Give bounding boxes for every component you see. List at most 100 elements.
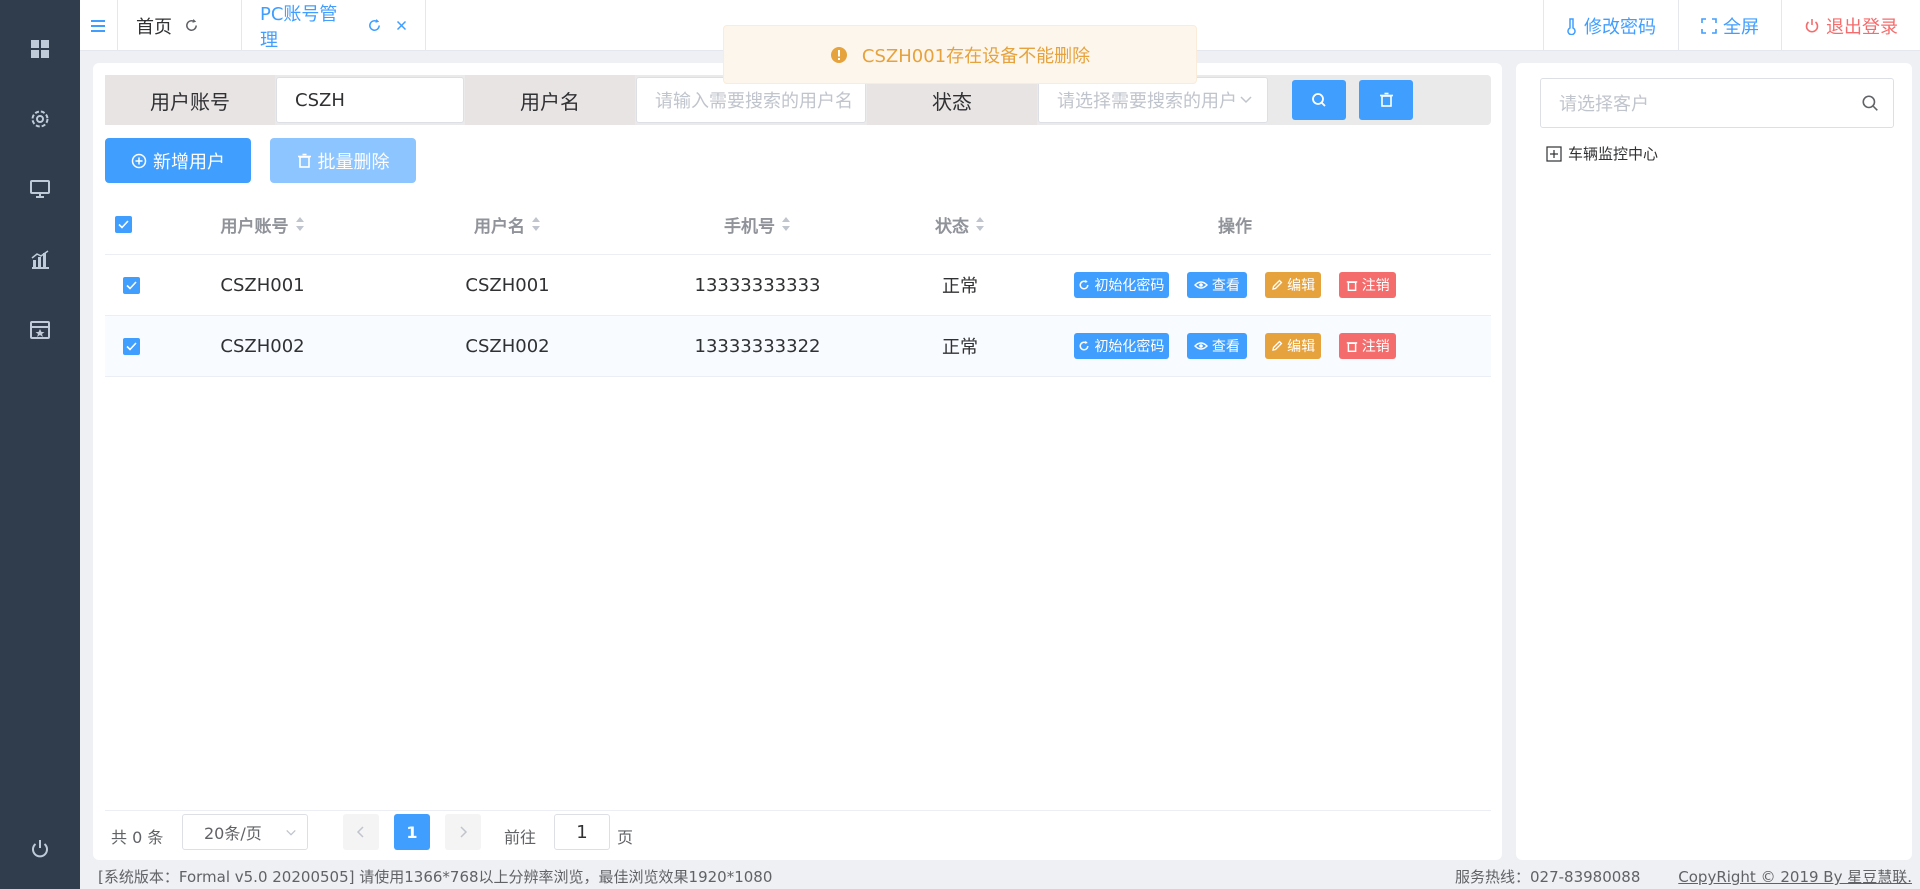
batch-delete-button[interactable]: 批量删除: [270, 138, 416, 183]
username-label: 用户名: [465, 75, 635, 125]
trash-icon: [1346, 341, 1357, 352]
cell-actions: 初始化密码 查看 编辑 注销: [1065, 316, 1405, 376]
trash-icon: [1379, 92, 1393, 107]
cell-phone: 13333333333: [694, 274, 821, 296]
add-user-button[interactable]: 新增用户: [105, 138, 251, 183]
sort-icon: [782, 217, 790, 231]
warning-toast: CSZH001存在设备不能删除: [723, 25, 1197, 84]
clear-button[interactable]: [1359, 80, 1413, 120]
thermometer-icon: [1567, 17, 1576, 35]
change-password-button[interactable]: 修改密码: [1543, 0, 1678, 51]
sort-icon: [532, 217, 540, 231]
row-select-cell: [105, 316, 157, 376]
view-button[interactable]: 查看: [1186, 333, 1247, 359]
cancel-account-button[interactable]: 注销: [1339, 333, 1396, 359]
eye-icon: [1193, 281, 1208, 289]
check-icon: [125, 280, 137, 290]
cell-username: CSZH002: [465, 335, 550, 357]
column-phone[interactable]: 手机号: [660, 193, 855, 255]
footer-copyright-link[interactable]: CopyRight © 2019 By 星豆慧联.: [1678, 866, 1912, 887]
power-icon[interactable]: [0, 824, 80, 874]
chevron-left-icon: [356, 826, 364, 838]
cell-account: CSZH002: [220, 335, 305, 357]
toast-message: CSZH001存在设备不能删除: [861, 45, 1091, 67]
check-icon: [125, 341, 137, 351]
plus-circle-icon: [131, 153, 147, 168]
dashboard-icon[interactable]: [0, 24, 80, 74]
chevron-down-icon: [1240, 96, 1252, 104]
search-button[interactable]: [1292, 80, 1346, 120]
sort-icon: [295, 217, 304, 231]
cell-actions: 初始化密码 查看 编辑 注销: [1065, 255, 1405, 315]
goto-page-input[interactable]: [554, 814, 610, 850]
cancel-account-button[interactable]: 注销: [1339, 272, 1396, 298]
page-size-value: 20条/页: [204, 824, 262, 843]
reset-password-label: 初始化密码: [1094, 339, 1165, 355]
goto-label: 前往: [504, 828, 537, 847]
fullscreen-label: 全屏: [1723, 16, 1759, 38]
logout-button[interactable]: 退出登录: [1781, 0, 1920, 51]
eye-icon: [1193, 342, 1208, 350]
row-checkbox[interactable]: [122, 337, 140, 355]
page-suffix: 页: [617, 828, 634, 847]
cell-status: 正常: [942, 276, 978, 297]
trash-icon: [297, 153, 311, 168]
prev-page-button[interactable]: [343, 814, 379, 850]
select-all-checkbox[interactable]: [114, 215, 132, 233]
view-button[interactable]: 查看: [1186, 272, 1247, 298]
row-checkbox[interactable]: [122, 276, 140, 294]
sort-icon: [976, 217, 984, 231]
cell-username: CSZH001: [465, 274, 550, 296]
close-icon[interactable]: [396, 20, 407, 31]
column-account[interactable]: 用户账号: [165, 193, 360, 255]
column-actions: 操作: [1065, 193, 1405, 255]
customer-search-input[interactable]: 请选择客户: [1540, 78, 1894, 128]
main-panel: 用户账号 CSZH 用户名 请输入需要搜索的用户名 状态 请选择需要搜索的用户 …: [93, 63, 1502, 860]
menu-toggle-icon[interactable]: [80, 0, 118, 51]
search-icon: [1862, 95, 1878, 111]
logout-label: 退出登录: [1826, 16, 1898, 38]
page-size-select[interactable]: 20条/页: [182, 814, 308, 850]
chevron-down-icon: [286, 829, 296, 836]
page-number-button[interactable]: 1: [394, 814, 430, 850]
power-icon: [1805, 18, 1819, 33]
batch-delete-label: 批量删除: [317, 151, 390, 173]
account-search-input[interactable]: CSZH: [276, 77, 464, 123]
calendar-icon[interactable]: [0, 304, 80, 354]
reset-password-button[interactable]: 初始化密码: [1074, 272, 1169, 298]
expand-icon: [1546, 145, 1562, 162]
row-select-cell: [105, 255, 157, 315]
column-phone-label: 手机号: [724, 216, 775, 237]
customer-panel: 请选择客户 车辆监控中心: [1516, 63, 1912, 860]
table-row: CSZH001 CSZH001 13333333333 正常 初始化密码 查看 …: [105, 255, 1491, 316]
next-page-button[interactable]: [445, 814, 481, 850]
edit-button[interactable]: 编辑: [1264, 272, 1322, 298]
pagination-total: 共 0 条: [111, 828, 164, 847]
cancel-account-label: 注销: [1361, 339, 1390, 355]
edit-button[interactable]: 编辑: [1264, 333, 1322, 359]
account-label: 用户账号: [105, 75, 275, 125]
refresh-icon[interactable]: [367, 18, 382, 33]
tab-home-label: 首页: [136, 16, 172, 38]
chart-icon[interactable]: [0, 234, 80, 284]
cancel-account-label: 注销: [1361, 278, 1390, 294]
monitor-icon[interactable]: [0, 164, 80, 214]
refresh-icon: [1079, 279, 1089, 290]
tab-home[interactable]: 首页: [118, 0, 242, 51]
tree-node-label: 车辆监控中心: [1568, 145, 1659, 163]
fullscreen-button[interactable]: 全屏: [1678, 0, 1781, 51]
refresh-icon[interactable]: [184, 18, 199, 33]
add-user-label: 新增用户: [153, 151, 225, 173]
tab-pc-account[interactable]: PC账号管理: [242, 0, 426, 51]
settings-icon[interactable]: [0, 94, 80, 144]
column-username-label: 用户名: [474, 216, 525, 237]
footer-hotline: 服务热线：027-83980088: [1455, 868, 1641, 886]
pencil-icon: [1272, 279, 1283, 290]
column-status[interactable]: 状态: [905, 193, 1015, 255]
search-icon: [1312, 93, 1326, 107]
reset-password-button[interactable]: 初始化密码: [1074, 333, 1169, 359]
tree-node-vehicle-center[interactable]: 车辆监控中心: [1546, 143, 1658, 164]
chevron-right-icon: [460, 826, 468, 838]
column-username[interactable]: 用户名: [410, 193, 605, 255]
table-header: 用户账号 用户名 手机号 状态 操作: [105, 193, 1491, 255]
